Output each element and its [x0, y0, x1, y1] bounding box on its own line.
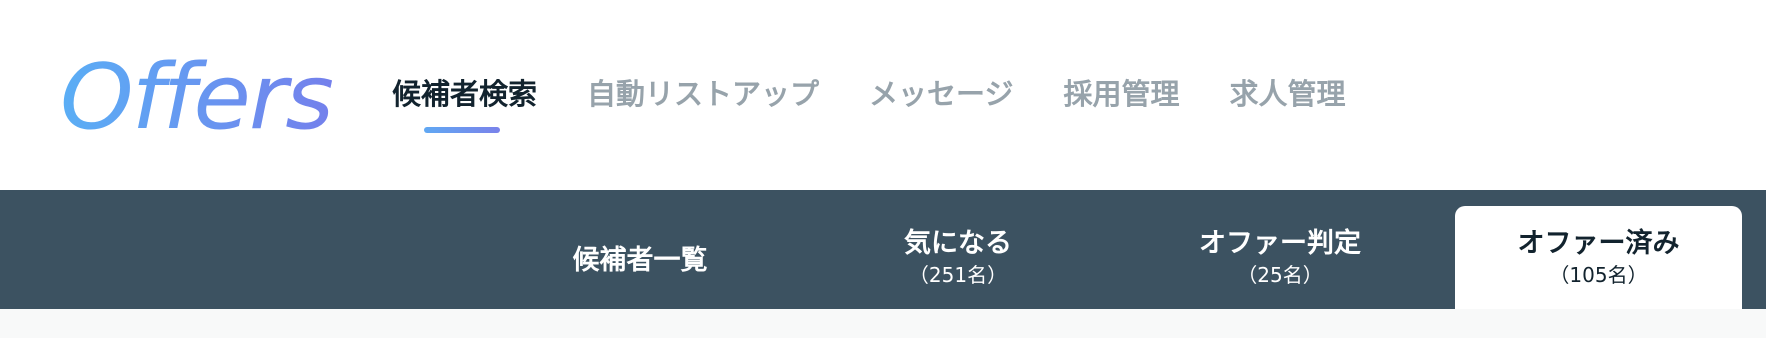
tab-count: （251名） — [908, 262, 1008, 287]
tab-label: 候補者一覧 — [572, 244, 708, 276]
tab-offer-sent[interactable]: オファー済み （105名） — [1455, 206, 1742, 309]
tab-label: オファー済み — [1517, 227, 1680, 259]
tab-label: オファー判定 — [1199, 227, 1361, 259]
tab-interested[interactable]: 気になる （251名） — [843, 206, 1073, 309]
tab-offer-judgement[interactable]: オファー判定 （25名） — [1165, 206, 1395, 309]
top-header: Offers 候補者検索 自動リストアップ メッセージ 採用管理 求人管理 — [0, 0, 1766, 190]
active-nav-indicator — [424, 127, 500, 133]
main-nav: 候補者検索 自動リストアップ メッセージ 採用管理 求人管理 — [392, 0, 1345, 190]
nav-item-label: 候補者検索 — [392, 77, 538, 111]
tab-count: （105名） — [1549, 262, 1648, 287]
tab-label: 気になる — [904, 227, 1012, 259]
nav-item-candidate-search[interactable]: 候補者検索 — [392, 0, 537, 190]
offers-logo[interactable]: Offers — [60, 45, 340, 150]
nav-item-job-management[interactable]: 求人管理 — [1229, 0, 1345, 190]
nav-item-label: 採用管理 — [1063, 77, 1180, 111]
nav-item-messages[interactable]: メッセージ — [869, 0, 1013, 190]
nav-item-label: 自動リストアップ — [587, 77, 820, 111]
nav-item-recruitment-management[interactable]: 採用管理 — [1063, 0, 1179, 190]
logo-wordmark: Offers — [60, 45, 334, 150]
tab-candidate-list[interactable]: 候補者一覧 — [525, 206, 755, 309]
nav-item-auto-listup[interactable]: 自動リストアップ — [587, 0, 819, 190]
content-area — [0, 309, 1766, 338]
nav-item-label: 求人管理 — [1229, 77, 1346, 111]
logo-text: Offers — [60, 45, 332, 150]
candidate-subtabs-bar: 候補者一覧 気になる （251名） オファー判定 （25名） オファー済み （1… — [0, 190, 1766, 309]
tab-count: （25名） — [1237, 262, 1323, 287]
nav-item-label: メッセージ — [869, 77, 1014, 111]
